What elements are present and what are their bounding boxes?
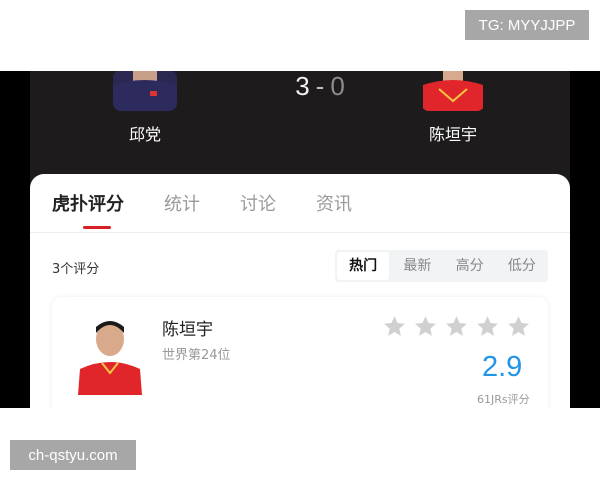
home-player[interactable]: 邱党	[95, 71, 195, 145]
rating-count: 3个评分	[52, 262, 100, 277]
sort-toggle: 热门 最新 高分 低分	[335, 250, 548, 282]
average-score: 2.9	[482, 351, 523, 383]
tab-bar: 虎扑评分 统计 讨论 资讯	[52, 190, 392, 229]
rating-panel: 虎扑评分 统计 讨论 资讯 3个评分 热门 最新 高分 低分 陈垣宇 世界第24…	[30, 174, 570, 408]
tab-hupu-rating[interactable]: 虎扑评分	[52, 190, 124, 229]
sort-hot-button[interactable]: 热门	[337, 252, 390, 280]
away-player-name: 陈垣宇	[428, 125, 477, 144]
video-frame: 邱党 3-0 陈垣宇 虎扑评分 统计 讨论 资讯 3个评分 热门 最新 高分 低…	[0, 71, 600, 408]
sort-high-button[interactable]: 高分	[444, 251, 496, 281]
away-player[interactable]: 陈垣宇	[403, 71, 503, 145]
star-icon[interactable]	[413, 314, 438, 339]
player-avatar	[74, 313, 146, 395]
tab-stats[interactable]: 统计	[164, 190, 200, 216]
star-icon[interactable]	[506, 314, 531, 339]
sort-latest-button[interactable]: 最新	[391, 251, 443, 281]
away-player-avatar	[421, 71, 485, 111]
player-ranking: 世界第24位	[162, 348, 231, 363]
sort-low-button[interactable]: 低分	[496, 251, 548, 281]
score-separator: -	[315, 71, 325, 101]
star-icon[interactable]	[444, 314, 469, 339]
vote-count: 61JRs评分	[477, 393, 530, 406]
score-away: 0	[330, 71, 345, 101]
star-rating-input[interactable]	[382, 314, 531, 339]
score-home: 3	[295, 71, 310, 101]
watermark-top: TG: MYYJJPP	[465, 10, 589, 40]
app-screen: 邱党 3-0 陈垣宇 虎扑评分 统计 讨论 资讯 3个评分 热门 最新 高分 低…	[30, 71, 570, 408]
player-name: 陈垣宇	[162, 320, 213, 340]
tab-news[interactable]: 资讯	[316, 190, 352, 216]
star-icon[interactable]	[475, 314, 500, 339]
home-player-name: 邱党	[128, 125, 161, 144]
match-score: 3-0	[270, 71, 370, 102]
star-icon[interactable]	[382, 314, 407, 339]
tab-discussion[interactable]: 讨论	[240, 190, 276, 216]
player-rating-card[interactable]: 陈垣宇 世界第24位 2.9 61JRs评分	[52, 297, 548, 408]
watermark-bottom: ch-qstyu.com	[10, 440, 136, 470]
tab-divider	[30, 232, 570, 233]
home-player-avatar	[113, 71, 177, 111]
